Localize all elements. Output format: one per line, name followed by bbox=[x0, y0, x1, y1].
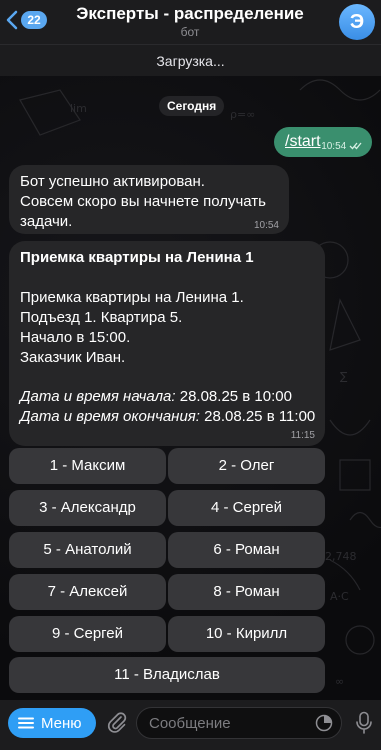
svg-text:∞: ∞ bbox=[335, 675, 344, 688]
chat-title: Эксперты - распределение bbox=[76, 4, 304, 23]
start-label: Дата и время начала: bbox=[20, 388, 176, 405]
assign-expert-button[interactable]: 4 - Сергей bbox=[168, 490, 325, 526]
chat-header: 22 Эксперты - распределение бот Э bbox=[0, 0, 381, 44]
assign-expert-button[interactable]: 11 - Владислав bbox=[9, 657, 325, 693]
message-meta: 10:54 bbox=[321, 141, 363, 152]
bot-menu-button[interactable]: Меню bbox=[8, 708, 96, 738]
message-line: задачи. bbox=[20, 213, 73, 230]
message-line: Совсем скоро вы начнете получать bbox=[20, 193, 266, 210]
start-value: 28.08.25 в 10:00 bbox=[179, 388, 292, 405]
assign-expert-button[interactable]: 8 - Роман bbox=[168, 574, 325, 610]
task-line: Начало в 15:00. bbox=[20, 329, 131, 346]
date-chip: Сегодня bbox=[159, 96, 225, 116]
svg-text:lim: lim bbox=[70, 102, 87, 115]
task-end-datetime: Дата и время окончания: 28.08.25 в 11:00 bbox=[20, 408, 315, 425]
message-time: 10:54 bbox=[321, 141, 347, 152]
end-value: 28.08.25 в 11:00 bbox=[204, 408, 316, 425]
assign-expert-button[interactable]: 7 - Алексей bbox=[9, 574, 166, 610]
assign-expert-button[interactable]: 10 - Кирилл bbox=[168, 616, 325, 652]
task-line: Приемка квартиры на Ленина 1. bbox=[20, 289, 244, 306]
assign-expert-button[interactable]: 2 - Олег bbox=[168, 448, 325, 484]
chat-subtitle: бот bbox=[180, 25, 200, 39]
chat-title-block[interactable]: Эксперты - распределение бот bbox=[60, 4, 320, 39]
outgoing-message: /start 10:54 bbox=[274, 127, 372, 157]
incoming-message: Бот успешно активирован. Совсем скоро вы… bbox=[9, 165, 289, 234]
chevron-left-icon bbox=[6, 10, 18, 30]
assign-expert-button[interactable]: 3 - Александр bbox=[9, 490, 166, 526]
task-title: Приемка квартиры на Ленина 1 bbox=[20, 249, 254, 266]
assign-expert-button[interactable]: 6 - Роман bbox=[168, 532, 325, 568]
message-line: Бот успешно активирован. bbox=[20, 173, 205, 190]
assign-expert-button[interactable]: 1 - Максим bbox=[9, 448, 166, 484]
sticker-icon[interactable] bbox=[315, 714, 333, 732]
task-message: Приемка квартиры на Ленина 1 Приемка ква… bbox=[9, 241, 325, 446]
svg-text:ρ=∞: ρ=∞ bbox=[230, 108, 255, 121]
command-link[interactable]: /start bbox=[285, 133, 321, 151]
hamburger-icon bbox=[18, 717, 34, 729]
composer-bar: Меню bbox=[0, 700, 381, 750]
assign-expert-button[interactable]: 5 - Анатолий bbox=[9, 532, 166, 568]
message-input[interactable] bbox=[136, 707, 342, 739]
double-check-icon bbox=[349, 142, 362, 150]
assign-expert-button[interactable]: 9 - Сергей bbox=[9, 616, 166, 652]
task-line: Заказчик Иван. bbox=[20, 349, 126, 366]
loading-status: Загрузка... bbox=[0, 44, 381, 76]
svg-text:∑: ∑ bbox=[340, 370, 348, 383]
message-time: 10:54 bbox=[253, 220, 279, 231]
task-description: Приемка квартиры на Ленина 1. Подъезд 1.… bbox=[20, 288, 244, 368]
message-text: Бот успешно активирован. Совсем скоро вы… bbox=[20, 172, 282, 232]
svg-text:A·C: A·C bbox=[330, 590, 349, 603]
end-label: Дата и время окончания: bbox=[20, 408, 200, 425]
task-start-datetime: Дата и время начала: 28.08.25 в 10:00 bbox=[20, 388, 292, 405]
svg-text:2,748: 2,748 bbox=[325, 550, 357, 563]
back-button[interactable]: 22 bbox=[6, 10, 47, 30]
chat-avatar[interactable]: Э bbox=[339, 4, 375, 40]
message-time: 11:15 bbox=[290, 430, 315, 441]
menu-label: Меню bbox=[41, 714, 82, 732]
unread-count-badge: 22 bbox=[21, 11, 47, 29]
microphone-icon[interactable] bbox=[355, 711, 373, 735]
task-line: Подъезд 1. Квартира 5. bbox=[20, 309, 183, 326]
attach-clip-icon[interactable] bbox=[105, 711, 129, 735]
telegram-chat-screen: lim ρ=∞ ∑ 2,748 A·C ∞ 22 Эксперты - расп… bbox=[0, 0, 381, 750]
